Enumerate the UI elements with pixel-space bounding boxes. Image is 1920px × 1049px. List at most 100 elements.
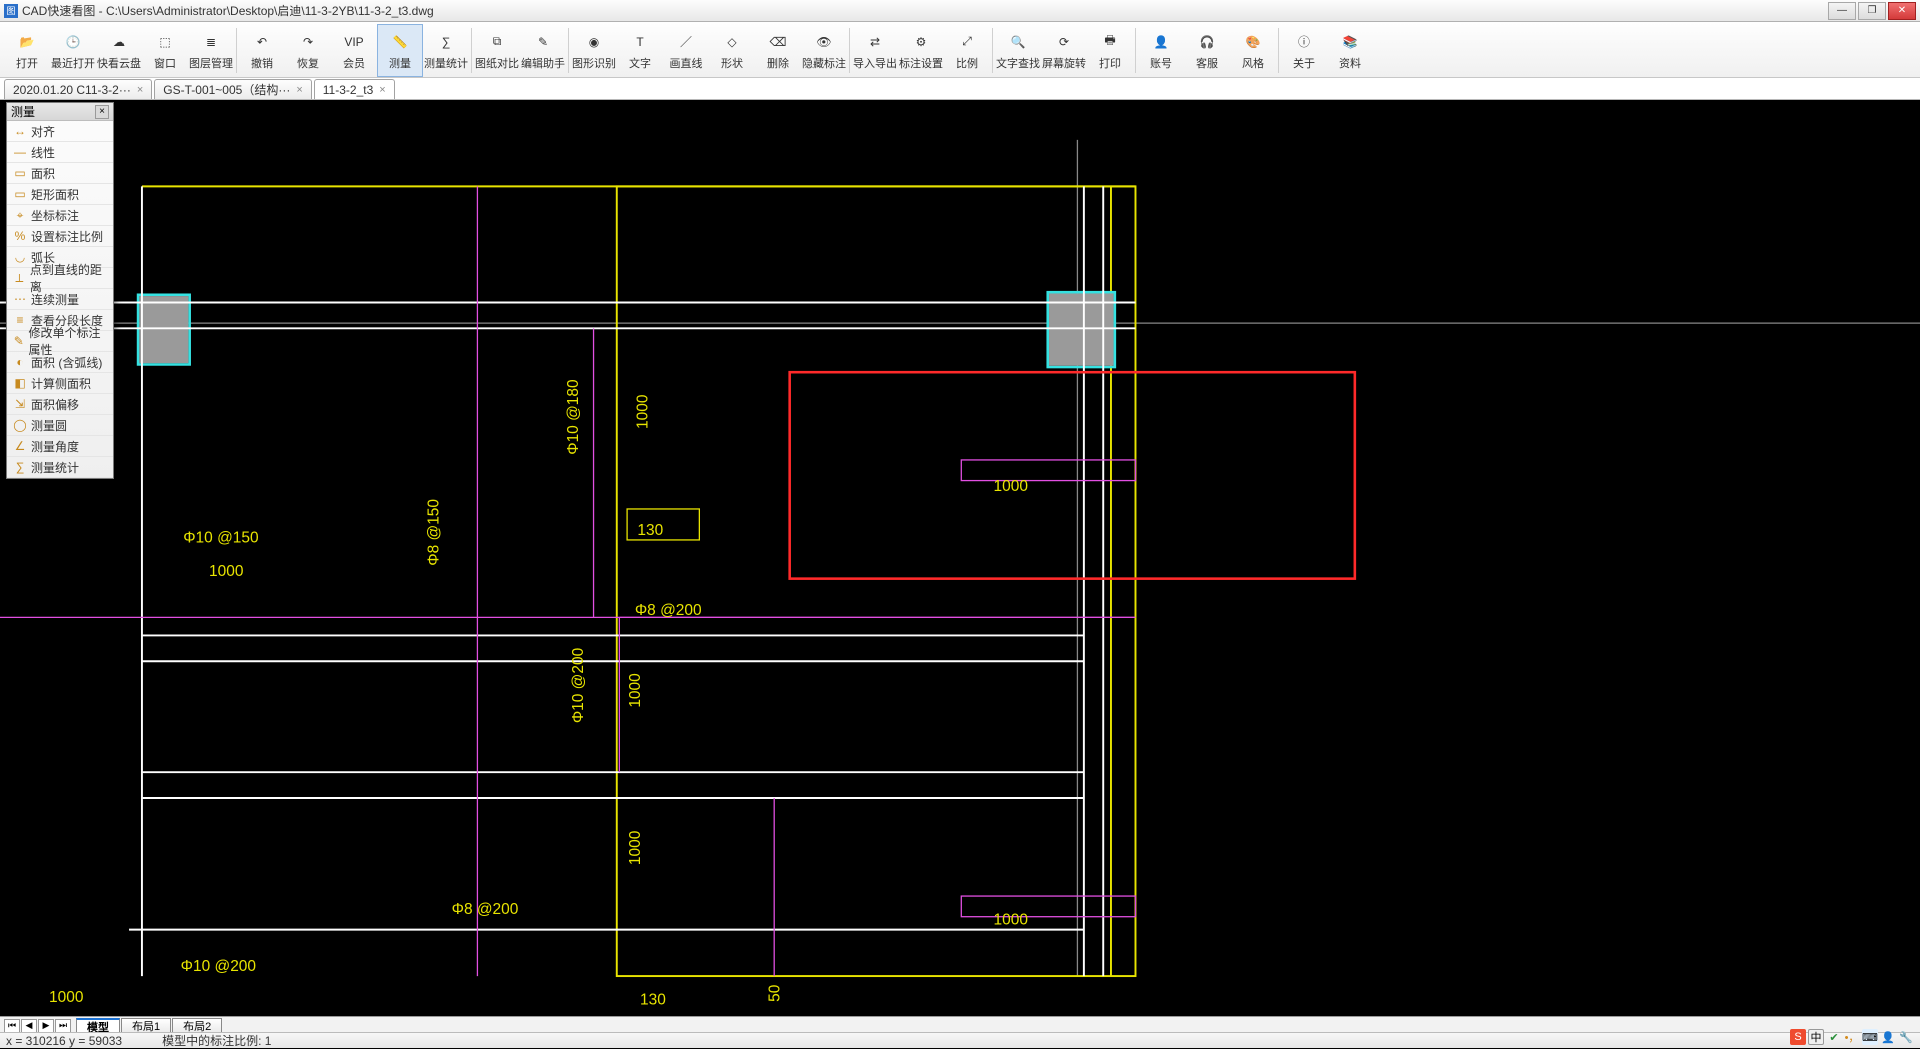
toolbar-label: 文字: [629, 55, 651, 71]
minimize-button[interactable]: ―: [1828, 2, 1856, 20]
toolbar-cloud-button[interactable]: ☁快看云盘: [96, 24, 142, 77]
layout-nav-next[interactable]: ▶: [38, 1019, 54, 1033]
toolbar-compare-button[interactable]: ⧉图纸对比: [474, 24, 520, 77]
measure-item[interactable]: ◯测量圆: [7, 415, 113, 436]
tray-icon[interactable]: ✔: [1826, 1029, 1842, 1045]
tray-keyboard-icon[interactable]: ⌨: [1862, 1029, 1878, 1045]
measure-item-icon: ≡: [13, 313, 27, 327]
measure-item[interactable]: %设置标注比例: [7, 226, 113, 247]
print-icon: 🖶: [1098, 31, 1122, 53]
measure-item-icon: ∑: [13, 460, 27, 474]
layout-nav-last[interactable]: ⏭: [55, 1019, 71, 1033]
toolbar-text-button[interactable]: T文字: [617, 24, 663, 77]
ime-lang[interactable]: 中: [1808, 1029, 1824, 1045]
measure-panel[interactable]: 测量 × ↔对齐—线性▭面积▭矩形面积⌖坐标标注%设置标注比例◡弧长⟂点到直线的…: [6, 102, 114, 479]
measure-item-label: 测量圆: [31, 417, 67, 434]
toolbar-line-button[interactable]: ／画直线: [663, 24, 709, 77]
measure-item[interactable]: ✎修改单个标注属性: [7, 331, 113, 352]
measure-item-icon: ◧: [13, 376, 27, 390]
file-tab[interactable]: 11-3-2_t3×: [314, 79, 395, 99]
toolbar-open-button[interactable]: 📂打开: [4, 24, 50, 77]
scale-icon: ⤢: [955, 31, 979, 53]
tray-punct-icon[interactable]: •，: [1844, 1029, 1860, 1045]
close-button[interactable]: ✕: [1888, 2, 1916, 20]
measure-item[interactable]: ∑测量统计: [7, 457, 113, 478]
measure-item[interactable]: ◧计算侧面积: [7, 373, 113, 394]
toolbar-hide-button[interactable]: 👁隐藏标注: [801, 24, 847, 77]
toolbar-service-button[interactable]: 🎧客服: [1184, 24, 1230, 77]
measure-item-label: 线性: [31, 144, 55, 161]
tab-close-icon[interactable]: ×: [379, 84, 385, 96]
toolbar-label: 标注设置: [899, 55, 943, 71]
tray-settings-icon[interactable]: 🔧: [1898, 1029, 1914, 1045]
measure-item[interactable]: ◐面积 (含弧线): [7, 352, 113, 373]
toolbar-label: 恢复: [297, 55, 319, 71]
toolbar-delete-button[interactable]: ⌫删除: [755, 24, 801, 77]
main-toolbar: 📂打开🕒最近打开☁快看云盘⬚窗口≣图层管理↶撤销↷恢复VIP会员📏测量∑测量统计…: [0, 22, 1920, 78]
data-icon: 📚: [1338, 31, 1362, 53]
dim-label: Φ10 @200: [570, 648, 587, 723]
measure-panel-header[interactable]: 测量 ×: [7, 103, 113, 121]
toolbar-mstats-button[interactable]: ∑测量统计: [423, 24, 469, 77]
measure-item-icon: ∠: [13, 439, 27, 453]
titlebar: 图 CAD快速看图 - C:\Users\Administrator\Deskt…: [0, 0, 1920, 22]
measure-item[interactable]: ⇲面积偏移: [7, 394, 113, 415]
measure-item[interactable]: ∠测量角度: [7, 436, 113, 457]
toolbar-label: 编辑助手: [521, 55, 565, 71]
toolbar-print-button[interactable]: 🖶 打印: [1087, 24, 1133, 77]
tab-close-icon[interactable]: ×: [137, 84, 143, 96]
toolbar-rotate-button[interactable]: ⟳屏幕旋转: [1041, 24, 1087, 77]
undo-icon: ↶: [250, 31, 274, 53]
toolbar-label: 快看云盘: [97, 55, 141, 71]
about-icon: ⓘ: [1292, 31, 1316, 53]
toolbar-redo-button[interactable]: ↷恢复: [285, 24, 331, 77]
toolbar-dimset-button[interactable]: ⚙标注设置: [898, 24, 944, 77]
toolbar-label: 图层管理: [189, 55, 233, 71]
dim-label: 50: [766, 985, 783, 1002]
workspace[interactable]: Φ10 @150 1000 Φ8 @150 Φ10 @180 1000 130 …: [0, 100, 1920, 1016]
measure-item[interactable]: ⌖坐标标注: [7, 205, 113, 226]
measure-item-icon: ↔: [13, 124, 27, 138]
window-icon: ⬚: [153, 31, 177, 53]
toolbar-data-button[interactable]: 📚资料: [1327, 24, 1373, 77]
tab-close-icon[interactable]: ×: [296, 84, 302, 96]
toolbar-label: 关于: [1293, 55, 1315, 71]
file-tab[interactable]: GS-T-001~005（结构···×: [154, 79, 311, 99]
drawing-canvas[interactable]: Φ10 @150 1000 Φ8 @150 Φ10 @180 1000 130 …: [0, 100, 1920, 1016]
dim-label: Φ10 @200: [181, 958, 256, 975]
toolbar-scale-button[interactable]: ⤢比例: [944, 24, 990, 77]
layout-nav-first[interactable]: ⏮: [4, 1019, 20, 1033]
measure-item[interactable]: ▭矩形面积: [7, 184, 113, 205]
measure-item[interactable]: ↔对齐: [7, 121, 113, 142]
measure-item[interactable]: ▭面积: [7, 163, 113, 184]
measure-panel-close-icon[interactable]: ×: [95, 105, 109, 119]
edit-icon: ✎: [531, 31, 555, 53]
layout-nav-prev[interactable]: ◀: [21, 1019, 37, 1033]
toolbar-style-button[interactable]: 🎨风格: [1230, 24, 1276, 77]
maximize-button[interactable]: ❐: [1858, 2, 1886, 20]
toolbar-export-button[interactable]: ⇄导入导出: [852, 24, 898, 77]
file-tab[interactable]: 2020.01.20 C11-3-2···×: [4, 79, 152, 99]
measure-item[interactable]: —线性: [7, 142, 113, 163]
toolbar-measure-button[interactable]: 📏测量: [377, 24, 423, 77]
toolbar-shape-button[interactable]: ◇形状: [709, 24, 755, 77]
toolbar-search-button[interactable]: 🔍文字查找: [995, 24, 1041, 77]
toolbar-layer-button[interactable]: ≣图层管理: [188, 24, 234, 77]
toolbar-undo-button[interactable]: ↶撤销: [239, 24, 285, 77]
toolbar-recent-button[interactable]: 🕒最近打开: [50, 24, 96, 77]
toolbar-about-button[interactable]: ⓘ 关于: [1281, 24, 1327, 77]
toolbar-vip-button[interactable]: VIP会员: [331, 24, 377, 77]
toolbar-label: 最近打开: [51, 55, 95, 71]
ime-indicator-icon[interactable]: S: [1790, 1029, 1806, 1045]
measure-item[interactable]: ⟂点到直线的距离: [7, 268, 113, 289]
toolbar-account-button[interactable]: 👤账号: [1138, 24, 1184, 77]
toolbar-label: 打印: [1099, 55, 1121, 71]
toolbar-window-button[interactable]: ⬚窗口: [142, 24, 188, 77]
dim-label: Φ10 @150: [183, 530, 258, 547]
mstats-icon: ∑: [434, 31, 458, 53]
recog-icon: ◉: [582, 31, 606, 53]
tray-person-icon[interactable]: 👤: [1880, 1029, 1896, 1045]
toolbar-label: 文字查找: [996, 55, 1040, 71]
toolbar-edit-button[interactable]: ✎ 编辑助手: [520, 24, 566, 77]
toolbar-recog-button[interactable]: ◉图形识别: [571, 24, 617, 77]
